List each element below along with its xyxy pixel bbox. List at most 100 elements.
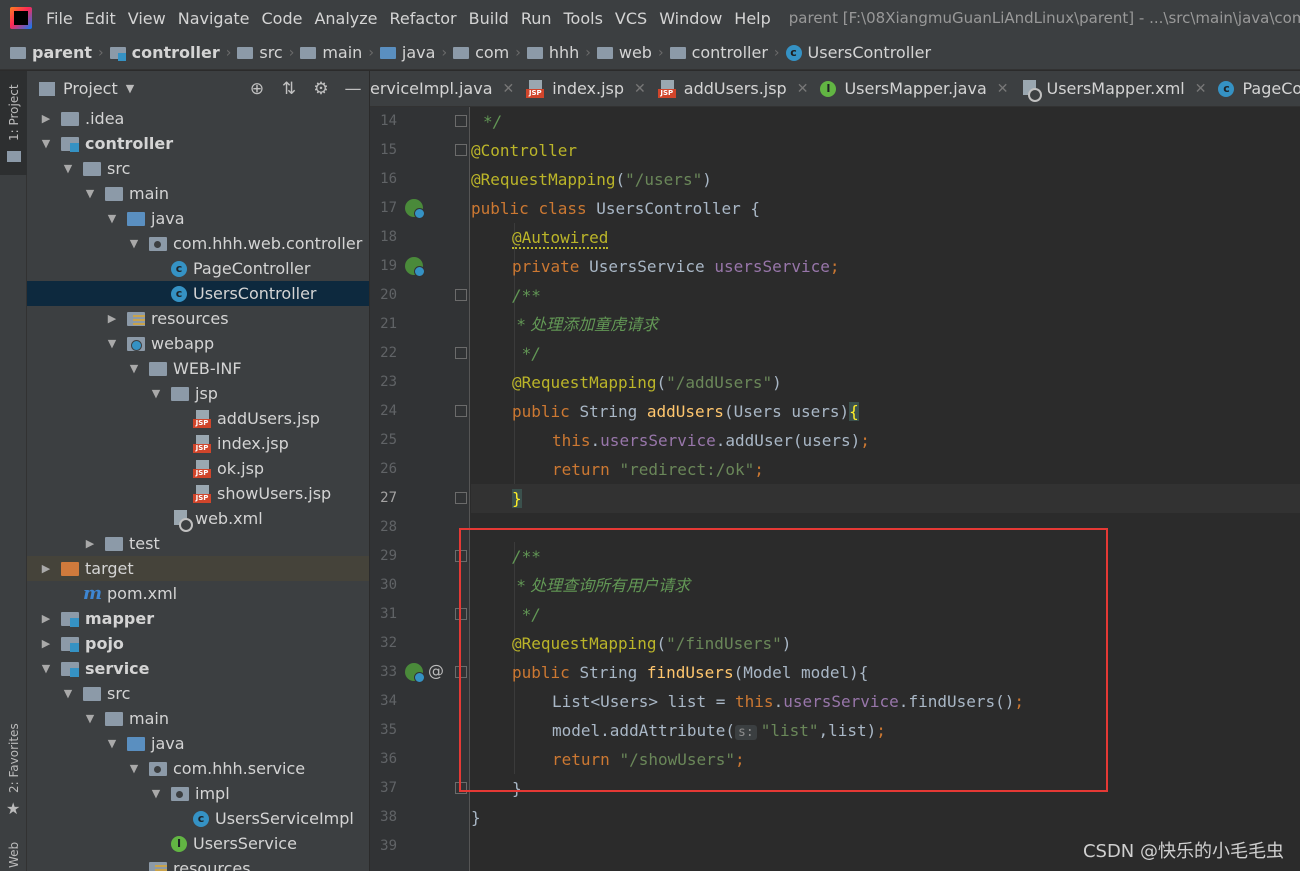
close-icon[interactable]: ✕ [503,81,515,97]
tree-item-pom-xml[interactable]: m pom.xml [27,581,369,606]
expand-arrow-icon[interactable]: ▼ [105,212,119,225]
menu-window[interactable]: Window [659,9,722,28]
tree-item-web-inf[interactable]: ▼ WEB-INF [27,356,369,381]
tree-item-service[interactable]: ▼ service [27,656,369,681]
expand-arrow-icon[interactable]: ▼ [127,362,141,375]
tree-item-index-jsp[interactable]: index.jsp [27,431,369,456]
fold-marker-icon[interactable] [455,608,467,620]
fold-marker-icon[interactable] [455,115,467,127]
breadcrumb-item-parent[interactable]: parent [10,43,92,62]
menu-edit[interactable]: Edit [85,9,116,28]
tree-item-impl[interactable]: ▼ impl [27,781,369,806]
tree-item-jsp[interactable]: ▼ jsp [27,381,369,406]
tree-item-showusers-jsp[interactable]: showUsers.jsp [27,481,369,506]
editor-gutter[interactable]: 14 15 16 17 18 19 20 21 22 23 24 25 26 27 28 29 30 31 32 33… [370,107,470,871]
tree-item-java[interactable]: ▼ java [27,731,369,756]
expand-arrow-icon[interactable]: ▼ [149,787,163,800]
chevron-down-icon[interactable]: ▼ [126,82,134,95]
tab-usersmapper-java[interactable]: I UsersMapper.java ✕ [820,71,1020,106]
breadcrumb-item-main[interactable]: main [300,43,362,62]
tree-item-pojo[interactable]: ▶ pojo [27,631,369,656]
tree-item-addusers-jsp[interactable]: addUsers.jsp [27,406,369,431]
web-tool-tab[interactable]: Web [0,836,27,871]
tree-item-resources[interactable]: ▶ resources [27,306,369,331]
breadcrumb-item-controller-package[interactable]: controller [669,43,768,62]
collapse-arrow-icon[interactable]: ▶ [39,112,53,125]
collapse-arrow-icon[interactable]: ▶ [39,562,53,575]
collapse-arrow-icon[interactable]: ▶ [39,637,53,650]
menu-navigate[interactable]: Navigate [178,9,250,28]
close-icon[interactable]: ✕ [634,81,646,97]
collapse-arrow-icon[interactable]: ▶ [39,612,53,625]
expand-arrow-icon[interactable]: ▼ [39,662,53,675]
tab-index-jsp[interactable]: index.jsp✕ [526,71,658,106]
locate-file-icon[interactable]: ⊕ [241,79,273,99]
project-tool-tab[interactable]: 1: Project [0,71,27,175]
menu-vcs[interactable]: VCS [615,9,647,28]
breadcrumb-item-web[interactable]: web [596,43,652,62]
project-view-selector[interactable]: Project [63,79,118,98]
tree-item-userscontroller[interactable]: c UsersController [27,281,369,306]
minimize-icon[interactable]: — [337,79,369,99]
tree-item-usersserviceimpl[interactable]: c UsersServiceImpl [27,806,369,831]
breadcrumb-item-userscontroller[interactable]: c UsersController [785,43,931,62]
tree-item--idea[interactable]: ▶ .idea [27,106,369,131]
tree-item-src[interactable]: ▼ src [27,681,369,706]
menu-run[interactable]: Run [521,9,552,28]
breadcrumb-item-java[interactable]: java [379,43,435,62]
menu-help[interactable]: Help [734,9,770,28]
fold-marker-icon[interactable] [455,550,467,562]
tree-item-webapp[interactable]: ▼ webapp [27,331,369,356]
close-icon[interactable]: ✕ [797,81,809,97]
fold-marker-icon[interactable] [455,405,467,417]
tree-item-com-hhh-web-controller[interactable]: ▼ com.hhh.web.controller [27,231,369,256]
expand-arrow-icon[interactable]: ▼ [39,137,53,150]
tree-item-controller[interactable]: ▼ controller [27,131,369,156]
menu-build[interactable]: Build [469,9,509,28]
close-icon[interactable]: ✕ [997,81,1009,97]
menu-tools[interactable]: Tools [564,9,603,28]
expand-arrow-icon[interactable]: ▼ [83,187,97,200]
bean-navigation-icon[interactable] [405,199,425,219]
menu-file[interactable]: File [46,9,73,28]
breadcrumb-item-com[interactable]: com [453,43,509,62]
fold-marker-icon[interactable] [455,782,467,794]
tree-item-resources[interactable]: resources [27,856,369,871]
expand-arrow-icon[interactable]: ▼ [61,687,75,700]
expand-arrow-icon[interactable]: ▼ [127,237,141,250]
tab-usersserviceimpl[interactable]: erviceImpl.java ✕ [370,71,526,106]
menu-code[interactable]: Code [262,9,303,28]
tree-item-ok-jsp[interactable]: ok.jsp [27,456,369,481]
tree-item-src[interactable]: ▼ src [27,156,369,181]
collapse-arrow-icon[interactable]: ▶ [105,312,119,325]
fold-marker-icon[interactable] [455,144,467,156]
expand-arrow-icon[interactable]: ▼ [61,162,75,175]
tree-item-mapper[interactable]: ▶ mapper [27,606,369,631]
breadcrumb-item-controller-module[interactable]: controller [109,43,220,62]
fold-marker-icon[interactable] [455,289,467,301]
close-icon[interactable]: ✕ [1195,81,1207,97]
bean-navigation-icon[interactable] [405,663,425,683]
expand-arrow-icon[interactable]: ▼ [105,337,119,350]
tree-item-java[interactable]: ▼ java [27,206,369,231]
tree-item-main[interactable]: ▼ main [27,181,369,206]
gear-icon[interactable]: ⚙ [305,79,337,99]
collapse-all-icon[interactable]: ⇅ [273,79,305,99]
expand-arrow-icon[interactable]: ▼ [127,762,141,775]
tab-addusers-jsp[interactable]: addUsers.jsp✕ [657,71,821,106]
bean-navigation-icon[interactable] [405,257,425,277]
breadcrumb-item-src[interactable]: src [237,43,283,62]
menu-analyze[interactable]: Analyze [314,9,377,28]
expand-arrow-icon[interactable]: ▼ [83,712,97,725]
tab-usersmapper-xml[interactable]: UsersMapper.xml ✕ [1020,71,1218,106]
fold-marker-icon[interactable] [455,347,467,359]
tree-item-test[interactable]: ▶ test [27,531,369,556]
fold-marker-icon[interactable] [455,492,467,504]
menu-view[interactable]: View [128,9,166,28]
fold-marker-icon[interactable] [455,666,467,678]
expand-arrow-icon[interactable]: ▼ [105,737,119,750]
tree-item-web-xml[interactable]: web.xml [27,506,369,532]
code-editor[interactable]: */ @Controller @RequestMapping("/users")… [471,107,1300,871]
collapse-arrow-icon[interactable]: ▶ [83,537,97,550]
tree-item-main[interactable]: ▼ main [27,706,369,731]
